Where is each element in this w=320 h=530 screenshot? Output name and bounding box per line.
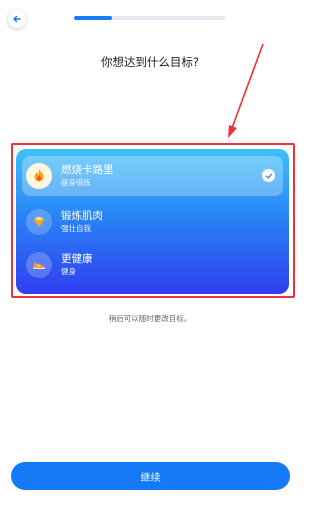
continue-button[interactable]: 继续	[11, 462, 290, 490]
sneaker-icon	[26, 252, 52, 278]
diamond-icon	[26, 209, 52, 235]
page-title: 你想达到什么目标?	[100, 55, 200, 69]
goal-option-title: 锻炼肌肉	[61, 210, 103, 222]
arrow-left-icon	[13, 15, 21, 23]
progress-bar	[74, 16, 226, 20]
flame-icon	[26, 163, 52, 189]
goal-option-healthier[interactable]: 更健康 健身	[22, 245, 283, 285]
goal-option-title: 更健康	[61, 253, 93, 265]
progress-fill	[74, 16, 112, 20]
back-button[interactable]	[8, 10, 26, 28]
goal-option-subtitle: 瘦身锻炼	[61, 178, 91, 187]
goal-option-subtitle: 健身	[61, 267, 76, 276]
check-icon	[262, 169, 275, 182]
goal-option-burn-calories[interactable]: 燃烧卡路里 瘦身锻炼	[22, 156, 283, 196]
hint-text: 稍后可以随时更改目标。	[108, 314, 192, 323]
goal-option-title: 燃烧卡路里	[61, 164, 114, 176]
goal-option-subtitle: 强壮自我	[61, 224, 91, 233]
goal-option-build-muscle[interactable]: 锻炼肌肉 强壮自我	[22, 202, 283, 242]
goal-options-card: 燃烧卡路里 瘦身锻炼 锻炼肌肉 强壮自我 更健康 健身	[16, 149, 289, 294]
